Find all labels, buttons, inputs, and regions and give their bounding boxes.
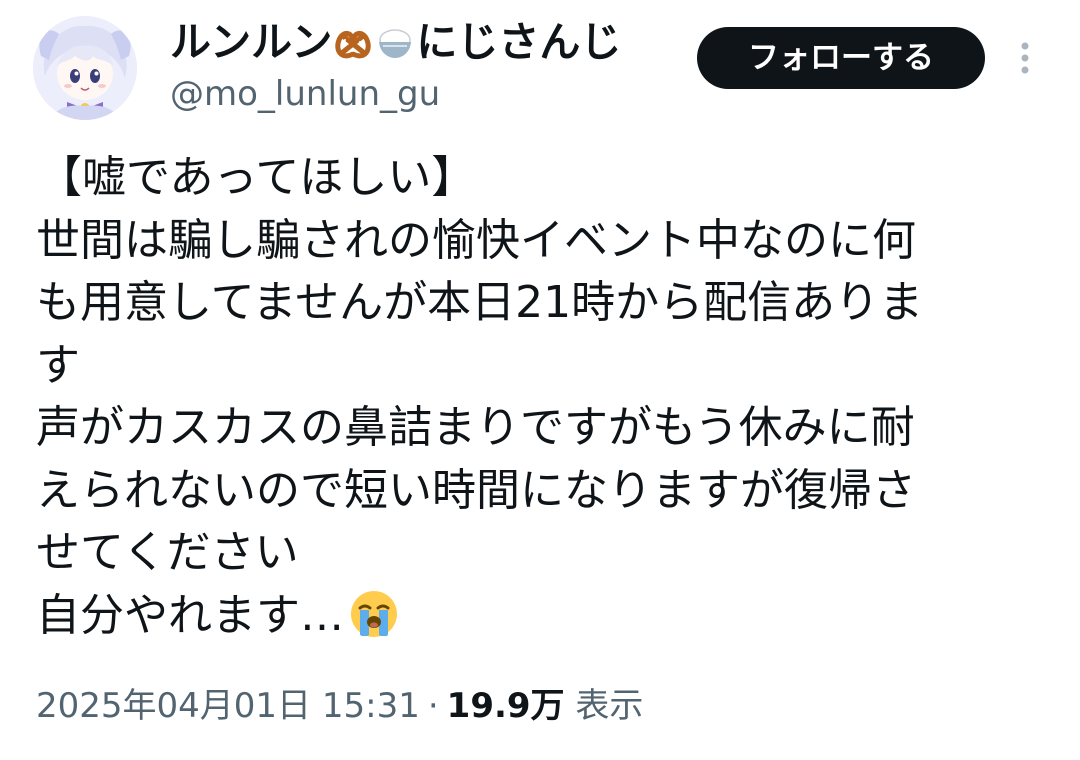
views-count: 19.9万 — [446, 686, 565, 726]
tweet-header: ルンルン にじさんじ @mo_lunlun_gu フォローする — [0, 0, 1080, 130]
more-vertical-icon — [1021, 42, 1029, 74]
tweet-line-last: 自分やれます… — [36, 585, 1046, 648]
display-name[interactable]: ルンルン にじさんじ — [170, 16, 621, 68]
meta-separator: · — [427, 686, 439, 726]
tweet-line: 声がカスカスの鼻詰まりですがもう休みに耐 — [36, 402, 915, 453]
loudly-crying-face-icon — [348, 588, 400, 640]
tweet-meta: 2025年04月01日 15:31 · 19.9万 表示 — [36, 680, 643, 732]
avatar[interactable] — [33, 16, 137, 120]
views-label: 表示 — [575, 686, 644, 726]
tweet-line: 【嘘であってほしい】 — [38, 152, 476, 203]
character-avatar-icon — [33, 16, 137, 120]
user-handle[interactable]: @mo_lunlun_gu — [170, 72, 440, 116]
display-name-text: ルンルン — [170, 18, 333, 66]
tweet-line: も用意してませんが本日21時から配信ありま — [36, 277, 924, 328]
display-name-suffix: にじさんじ — [416, 18, 622, 66]
tweet-line: えられないので短い時間になりますが復帰さ — [36, 464, 916, 516]
timestamp[interactable]: 2025年04月01日 15:31 — [36, 686, 420, 726]
tweet-text: 【嘘であってほしい】 世間は騙し騙されの愉快イベント中なのに何 も用意してません… — [36, 147, 1046, 647]
more-options-button[interactable] — [1010, 38, 1040, 78]
tweet-line: せてください — [36, 527, 299, 578]
tweet-line-text: 自分やれます… — [36, 589, 344, 641]
pretzel-icon — [333, 22, 373, 62]
follow-button[interactable]: フォローする — [697, 27, 985, 89]
tweet-line: す — [36, 339, 80, 391]
rice-bowl-icon — [375, 22, 415, 62]
tweet-line: 世間は騙し騙されの愉快イベント中なのに何 — [36, 214, 916, 266]
